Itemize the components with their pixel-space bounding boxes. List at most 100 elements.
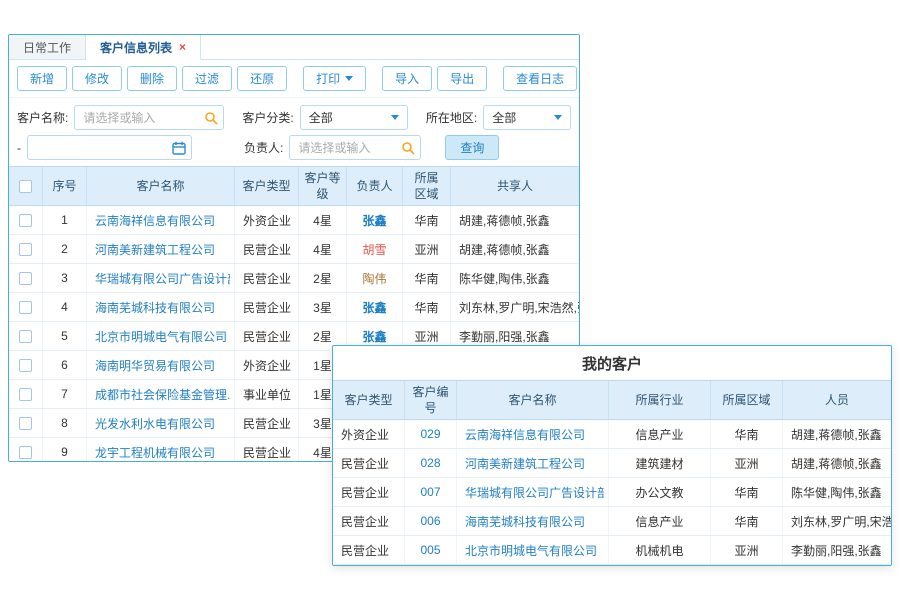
checkbox-cell [9, 264, 43, 292]
customer-no-link[interactable]: 006 [420, 514, 440, 528]
customer-category-select[interactable]: 全部 [300, 105, 408, 130]
customer-name-link[interactable]: 河南美新建筑工程公司 [95, 241, 215, 258]
owner-link[interactable]: 胡雪 [362, 241, 386, 258]
customer-no-link[interactable]: 005 [420, 543, 440, 557]
cell-customer-name: 成都市社会保险基金管理... [87, 380, 235, 408]
customer-name-link[interactable]: 海南明华贸易有限公司 [95, 357, 215, 374]
query-button[interactable]: 查询 [445, 135, 499, 160]
table-row[interactable]: 1 云南海祥信息有限公司 外资企业 4星 张鑫 华南 胡建,蒋德帧,张鑫 [9, 206, 579, 235]
customer-name-link[interactable]: 北京市明城电气有限公司 [95, 328, 227, 345]
customer-name-field [74, 105, 224, 130]
customer-name-link[interactable]: 云南海祥信息有限公司 [465, 426, 585, 443]
checkbox-cell [9, 409, 43, 437]
customer-name-link[interactable]: 成都市社会保险基金管理... [95, 386, 230, 403]
checkbox-cell [9, 293, 43, 321]
owner-link[interactable]: 陶伟 [362, 270, 386, 287]
close-tab-icon[interactable]: × [179, 41, 186, 53]
table-row[interactable]: 民营企业 007 华瑞城有限公司广告设计部 办公文教 华南 陈华健,陶伟,张鑫 [333, 478, 891, 507]
customer-category-label: 客户分类: [242, 109, 293, 126]
customer-name-link[interactable]: 海南芜城科技有限公司 [95, 299, 215, 316]
cell-customer-name: 河南美新建筑工程公司 [87, 235, 235, 263]
customer-name-link[interactable]: 北京市明城电气有限公司 [465, 542, 597, 559]
table-row[interactable]: 民营企业 005 北京市明城电气有限公司 机械机电 亚洲 李勤丽,阳强,张鑫 [333, 536, 891, 565]
export-button[interactable]: 导出 [437, 66, 487, 91]
cell-customer-type: 民营企业 [333, 507, 405, 535]
search-icon[interactable] [204, 111, 218, 125]
cell-customer-type: 民营企业 [235, 293, 299, 321]
cell-owner: 张鑫 [347, 206, 403, 234]
table-row[interactable]: 外资企业 029 云南海祥信息有限公司 信息产业 华南 胡建,蒋德帧,张鑫 [333, 420, 891, 449]
select-all-cell [9, 167, 43, 205]
col-header-owner: 负责人 [347, 167, 403, 205]
cell-customer-type: 民营企业 [235, 438, 299, 462]
customer-name-link[interactable]: 华瑞城有限公司广告设计部 [465, 484, 604, 501]
customer-no-link[interactable]: 028 [420, 456, 440, 470]
row-checkbox[interactable] [19, 388, 32, 401]
table-row[interactable]: 3 华瑞城有限公司广告设计部 民营企业 2星 陶伟 华南 陈华健,陶伟,张鑫 [9, 264, 579, 293]
edit-button[interactable]: 修改 [72, 66, 122, 91]
cell-serial: 7 [43, 380, 87, 408]
row-checkbox[interactable] [19, 359, 32, 372]
table-row[interactable]: 民营企业 006 海南芜城科技有限公司 信息产业 华南 刘东林,罗广明,宋浩然.… [333, 507, 891, 536]
filter-button[interactable]: 过滤 [182, 66, 232, 91]
table-row[interactable]: 民营企业 028 河南美新建筑工程公司 建筑建材 亚洲 胡建,蒋德帧,张鑫 [333, 449, 891, 478]
cell-serial: 6 [43, 351, 87, 379]
customer-name-link[interactable]: 云南海祥信息有限公司 [95, 212, 215, 229]
customer-name-link[interactable]: 光发水利水电有限公司 [95, 415, 215, 432]
row-checkbox[interactable] [19, 301, 32, 314]
row-checkbox[interactable] [19, 214, 32, 227]
import-button[interactable]: 导入 [382, 66, 432, 91]
customer-no-link[interactable]: 007 [420, 485, 440, 499]
owner-link[interactable]: 张鑫 [362, 299, 386, 316]
cell-serial: 3 [43, 264, 87, 292]
region-select[interactable]: 全部 [483, 105, 571, 130]
col-header-customer-name: 客户名称 [457, 381, 609, 419]
customer-name-input[interactable] [74, 105, 224, 130]
cell-customer-type: 民营企业 [333, 478, 405, 506]
row-checkbox[interactable] [19, 243, 32, 256]
customer-name-link[interactable]: 龙宇工程机械有限公司 [95, 444, 215, 461]
cell-people: 胡建,蒋德帧,张鑫 [783, 420, 891, 448]
owner-link[interactable]: 张鑫 [362, 212, 386, 229]
customer-name-label: 客户名称: [17, 109, 68, 126]
row-checkbox[interactable] [19, 446, 32, 459]
table-row[interactable]: 4 海南芜城科技有限公司 民营企业 3星 张鑫 华南 刘东林,罗广明,宋浩然,张… [9, 293, 579, 322]
table-header-row: 客户类型 客户编号 客户名称 所属行业 所属区域 人员 [333, 380, 891, 420]
toolbar: 新增 修改 删除 过滤 还原 打印 导入 导出 查看日志 [9, 60, 579, 98]
owner-label: 负责人: [244, 139, 283, 156]
cell-shared: 胡建,蒋德帧,张鑫 [451, 235, 579, 263]
table-row[interactable]: 2 河南美新建筑工程公司 民营企业 4星 胡雪 亚洲 胡建,蒋德帧,张鑫 [9, 235, 579, 264]
print-button[interactable]: 打印 [303, 66, 366, 91]
view-log-button[interactable]: 查看日志 [503, 66, 577, 91]
cell-region: 华南 [403, 264, 451, 292]
owner-link[interactable]: 张鑫 [362, 328, 386, 345]
row-checkbox[interactable] [19, 330, 32, 343]
tab-customer-info-list[interactable]: 客户信息列表 × [86, 35, 201, 60]
col-header-customer-type: 客户类型 [235, 167, 299, 205]
restore-button[interactable]: 还原 [237, 66, 287, 91]
customer-name-link[interactable]: 海南芜城科技有限公司 [465, 513, 585, 530]
tab-daily-work[interactable]: 日常工作 [9, 35, 86, 59]
cell-customer-name: 海南明华贸易有限公司 [87, 351, 235, 379]
filter-row-2: - 负责人: 查询 [17, 135, 571, 160]
cell-owner: 陶伟 [347, 264, 403, 292]
cell-industry: 建筑建材 [609, 449, 711, 477]
filter-area: 客户名称: 客户分类: 全部 所在地区: 全部 - [9, 98, 579, 166]
my-customers-table-body: 外资企业 029 云南海祥信息有限公司 信息产业 华南 胡建,蒋德帧,张鑫 民营… [333, 420, 891, 565]
customer-name-link[interactable]: 华瑞城有限公司广告设计部 [95, 270, 230, 287]
cell-customer-name: 华瑞城有限公司广告设计部 [87, 264, 235, 292]
date-input[interactable] [27, 135, 192, 160]
cell-customer-no: 005 [405, 536, 457, 564]
row-checkbox[interactable] [19, 417, 32, 430]
col-header-region: 所属区域 [711, 381, 783, 419]
search-icon[interactable] [401, 141, 415, 155]
select-all-checkbox[interactable] [19, 180, 32, 193]
cell-region: 华南 [711, 478, 783, 506]
cell-customer-no: 006 [405, 507, 457, 535]
customer-no-link[interactable]: 029 [420, 427, 440, 441]
add-button[interactable]: 新增 [17, 66, 67, 91]
customer-name-link[interactable]: 河南美新建筑工程公司 [465, 455, 585, 472]
calendar-icon[interactable] [172, 141, 186, 155]
row-checkbox[interactable] [19, 272, 32, 285]
delete-button[interactable]: 删除 [127, 66, 177, 91]
